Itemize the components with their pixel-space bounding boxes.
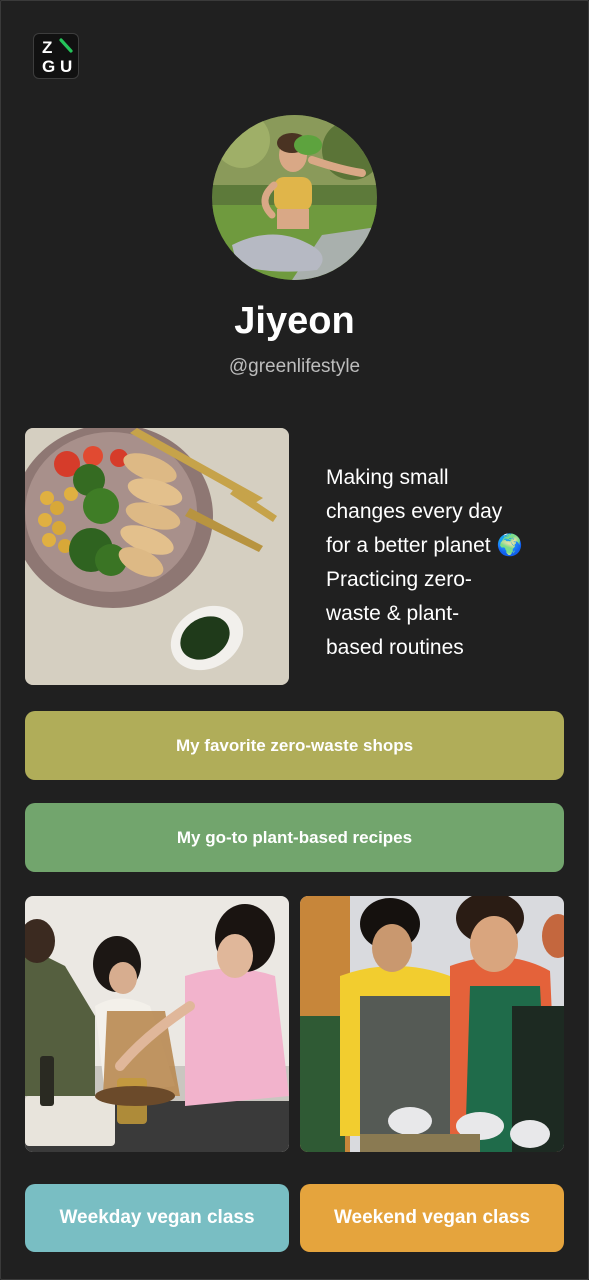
profile-name: Jiyeon bbox=[234, 300, 355, 342]
weekend-vegan-class-button[interactable]: Weekend vegan class bbox=[300, 1184, 564, 1252]
weekday-class-photo[interactable] bbox=[25, 896, 289, 1152]
bio-line: Making small bbox=[326, 466, 449, 489]
bio-line: based routines bbox=[326, 636, 464, 659]
logo-letter-g: G bbox=[42, 57, 56, 76]
bio-line: Practicing zero- bbox=[326, 568, 472, 591]
weekday-vegan-class-button[interactable]: Weekday vegan class bbox=[25, 1184, 289, 1252]
profile-bio: Making small changes every day for a bet… bbox=[326, 461, 566, 665]
zgu-logo[interactable]: Z G U bbox=[33, 33, 79, 79]
weekday-vegan-class-label: Weekday vegan class bbox=[59, 1207, 255, 1228]
weekend-class-photo[interactable] bbox=[300, 896, 564, 1152]
profile-handle: @greenlifestyle bbox=[228, 356, 361, 377]
bio-line: for a better planet 🌍 bbox=[326, 534, 523, 557]
bio-line: waste & plant- bbox=[326, 602, 460, 625]
logo-slash-icon bbox=[59, 38, 73, 53]
plant-based-meal-photo bbox=[25, 428, 289, 685]
zero-waste-shops-label: My favorite zero-waste shops bbox=[175, 735, 414, 755]
logo-letter-z: Z bbox=[42, 38, 53, 57]
zero-waste-shops-button[interactable]: My favorite zero-waste shops bbox=[25, 711, 564, 780]
plant-based-recipes-button[interactable]: My go-to plant-based recipes bbox=[25, 803, 564, 872]
plant-based-recipes-label: My go-to plant-based recipes bbox=[176, 827, 413, 847]
profile-avatar[interactable] bbox=[212, 115, 377, 280]
logo-letter-u: U bbox=[60, 57, 73, 76]
weekend-vegan-class-label: Weekend vegan class bbox=[333, 1207, 531, 1228]
bio-line: changes every day bbox=[326, 500, 503, 523]
